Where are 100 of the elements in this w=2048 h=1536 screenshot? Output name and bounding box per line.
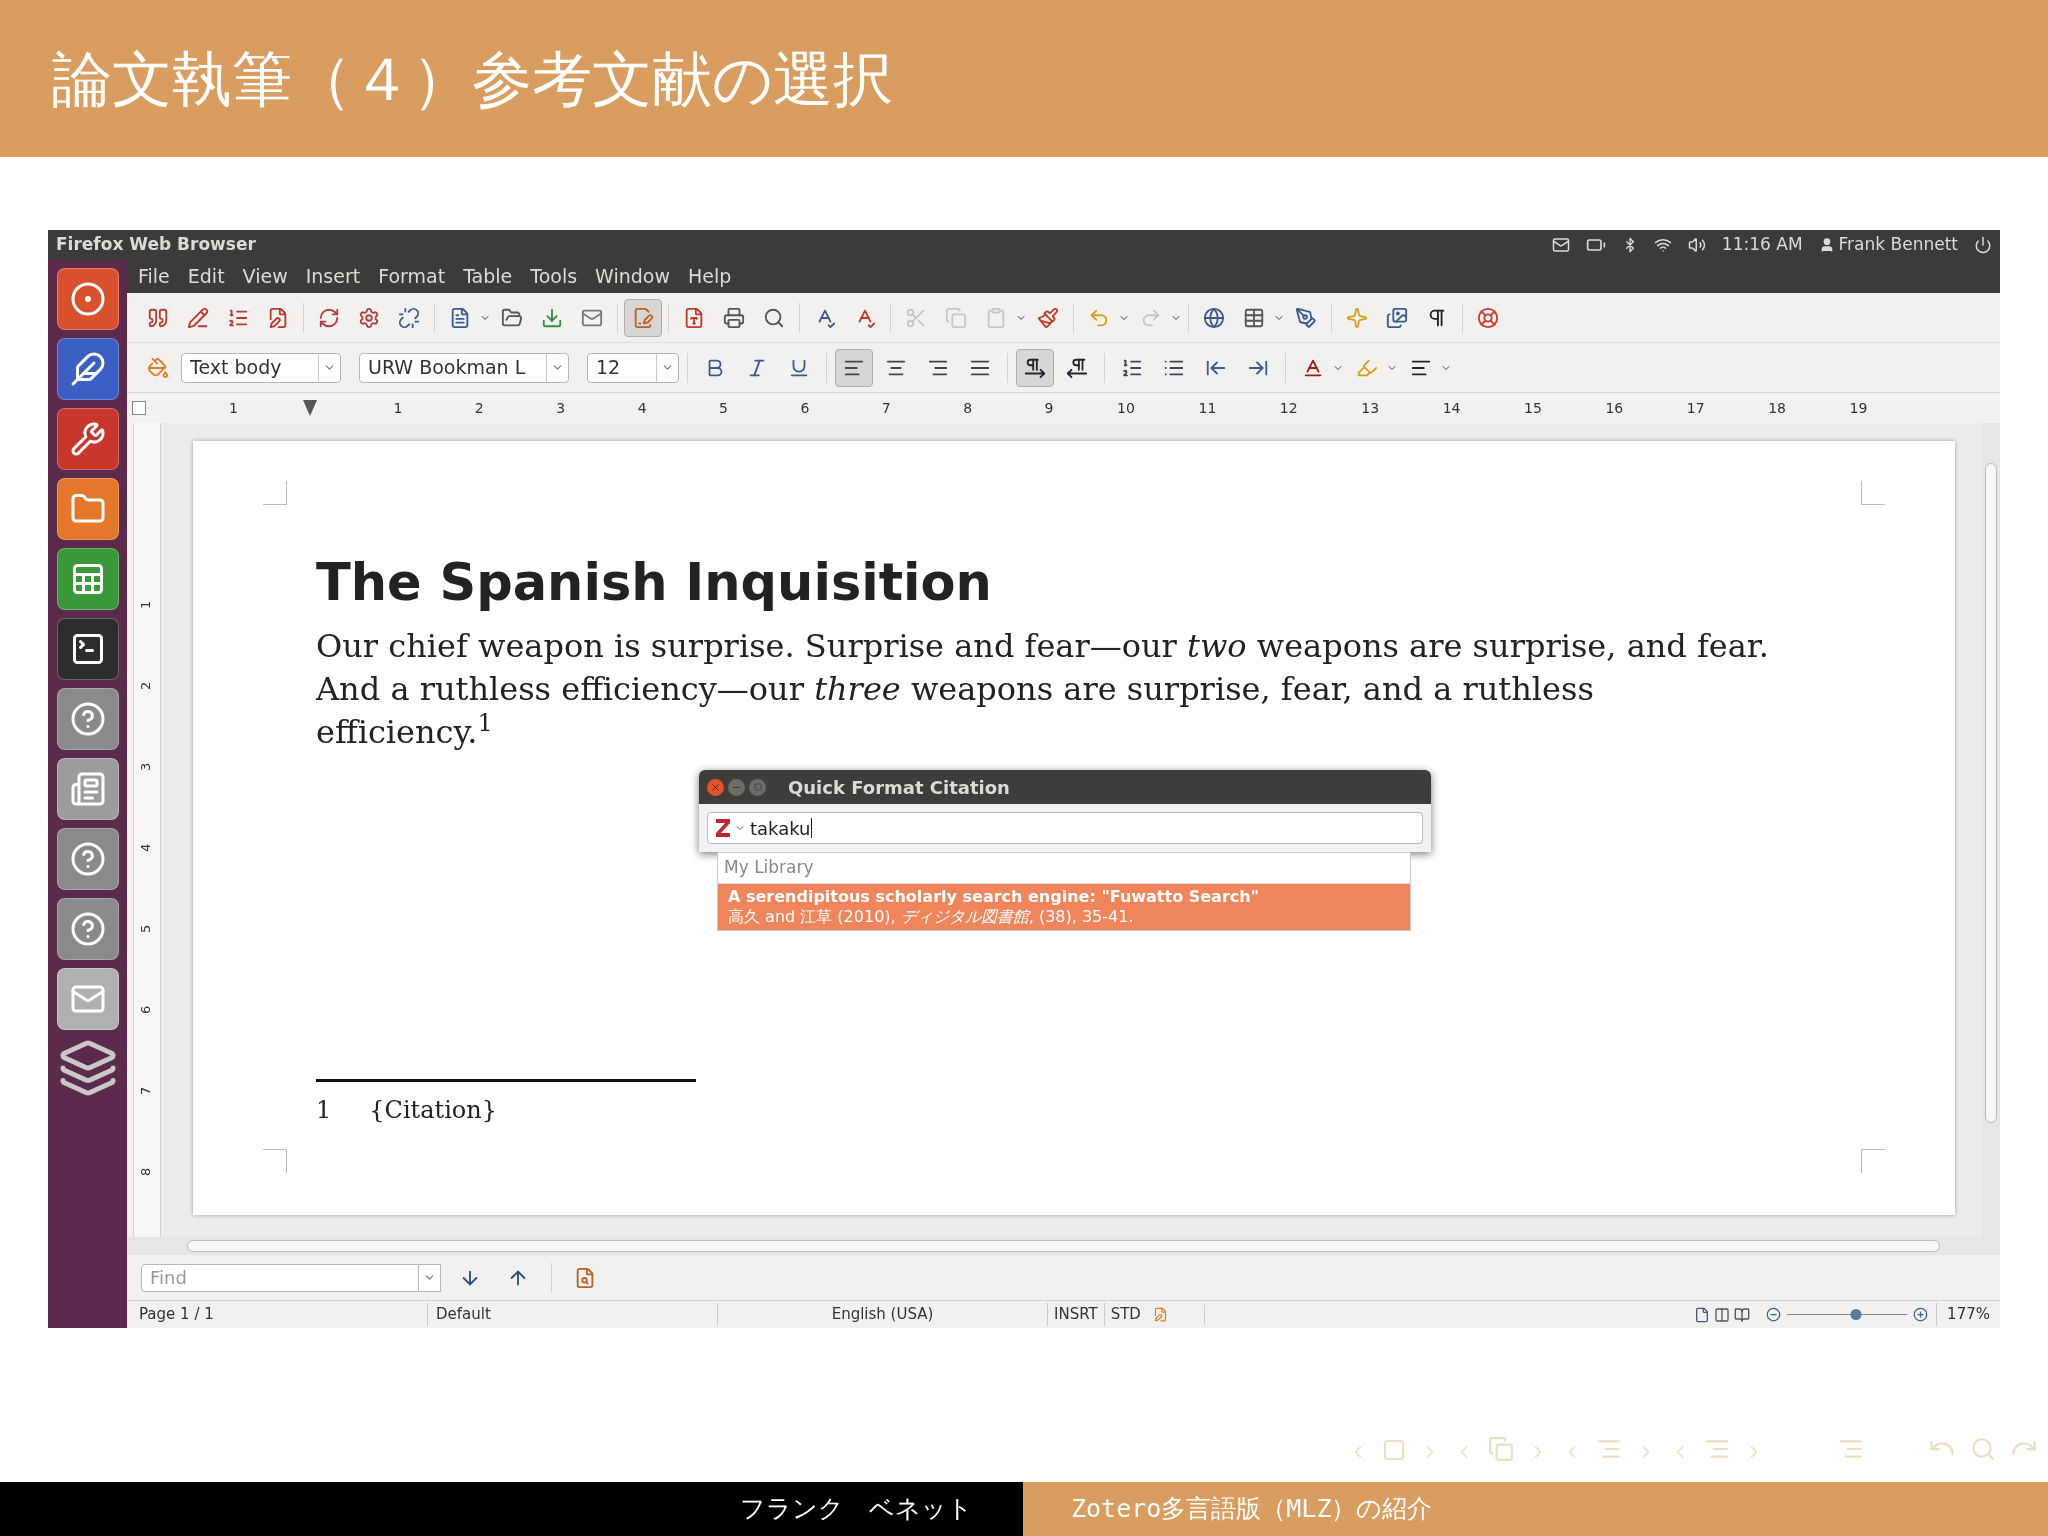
ruler-number: 14 — [1442, 398, 1461, 418]
ruler-number: 19 — [1849, 398, 1868, 418]
question-mark-icon — [69, 911, 106, 947]
wifi-icon[interactable] — [1653, 236, 1672, 254]
book-view-icon[interactable] — [1734, 1306, 1751, 1323]
citation-search-field[interactable]: takaku — [707, 812, 1423, 844]
unknown-app-button[interactable] — [56, 828, 119, 890]
unknown-app-button[interactable] — [56, 898, 119, 960]
ruler-number: 7 — [137, 1086, 155, 1095]
scrollbar-thumb[interactable] — [187, 1240, 1940, 1252]
search-query: takaku — [750, 816, 811, 841]
ruler-number: 2 — [474, 398, 484, 418]
ruler-number: 3 — [556, 398, 566, 418]
zoom-in-icon[interactable] — [1913, 1307, 1929, 1322]
talk-title: Zotero多言語版（MLZ）の紹介 — [1071, 1493, 1433, 1526]
result-detail: 高久 and 江草 (2010), ディジタル図書館, (38), 35-41. — [728, 906, 1135, 927]
page-style: Default — [427, 1303, 717, 1326]
ruler-number: 3 — [137, 762, 155, 771]
paragraph-style-combo[interactable]: Text body — [181, 352, 341, 383]
language-indicator: English (USA) — [717, 1303, 1047, 1326]
terminal-button[interactable] — [56, 618, 119, 680]
document-modified-icon — [1152, 1307, 1168, 1322]
menu-item[interactable]: File — [138, 262, 170, 291]
ruler-number: 15 — [1524, 398, 1542, 418]
edit-file-icon[interactable] — [624, 298, 662, 337]
group-label: My Library — [718, 853, 1410, 884]
spreadsheet-button[interactable] — [56, 548, 119, 610]
wrench-icon — [69, 421, 106, 457]
font-name-combo[interactable]: URW Bookman L — [359, 352, 569, 383]
ruler-number: 1 — [229, 398, 238, 418]
page-indicator: Page 1 / 1 — [138, 1304, 215, 1326]
newspaper-icon — [69, 771, 106, 807]
document-paragraph: Our chief weapon is surprise. Surprise and fear—our two weapons are surprise, and fear. And a ruthless efficiency—our three weapons are surprise, fear, and a ruthless efficiency.$^{1}$ — [316, 626, 1770, 753]
ruler-number: 1 — [137, 600, 155, 609]
menu-item[interactable]: Help — [688, 262, 732, 291]
ruler-number: 10 — [1117, 398, 1135, 418]
volume-icon[interactable] — [1687, 236, 1706, 254]
menu-item[interactable]: Tools — [530, 262, 578, 291]
ruler-number: 11 — [1198, 398, 1217, 418]
tab-stop-selector[interactable] — [132, 401, 146, 415]
footnote-text: {Citation} — [369, 1095, 498, 1126]
ruler-number: 5 — [719, 398, 728, 418]
z-logo-icon[interactable] — [716, 819, 730, 837]
ruler-number: 4 — [637, 398, 647, 418]
menu-item[interactable]: Window — [595, 262, 671, 291]
ruler-number: 7 — [881, 398, 891, 418]
ruler-number: 8 — [137, 1167, 155, 1176]
menu-item[interactable]: Edit — [187, 262, 225, 291]
ruler-number: 2 — [137, 681, 155, 690]
zoom-out-icon[interactable] — [1766, 1307, 1782, 1322]
ruler-number: 4 — [137, 843, 155, 852]
close-button[interactable] — [707, 778, 724, 796]
zoom-slider[interactable] — [1787, 1307, 1908, 1322]
ruler-number: 16 — [1605, 398, 1624, 418]
corner-mark — [1861, 481, 1885, 505]
slide-title: 論文執筆（４）参考文献の選択 — [52, 42, 893, 116]
menu-item[interactable]: Insert — [305, 262, 361, 291]
zoom-percentage: 177% — [1936, 1303, 2000, 1326]
single-page-icon[interactable] — [1694, 1306, 1711, 1323]
settings-button[interactable] — [56, 408, 119, 470]
insert-mode[interactable]: INSRT — [1047, 1303, 1104, 1326]
ruler-number: 8 — [963, 398, 973, 418]
two-page-icon[interactable] — [1714, 1306, 1731, 1323]
logo-icon — [69, 281, 106, 317]
text-editor-button[interactable] — [56, 338, 119, 400]
ubuntu-button[interactable] — [56, 268, 119, 330]
vertical-scrollbar[interactable] — [1982, 423, 2000, 1237]
horizontal-scrollbar[interactable] — [127, 1237, 2000, 1255]
scrollbar-thumb[interactable] — [1985, 463, 1997, 1123]
unknown-app-button[interactable] — [56, 688, 119, 750]
dialog-title: Quick Format Citation — [788, 775, 1010, 800]
font-size-combo[interactable]: 12 — [587, 352, 679, 383]
selection-mode[interactable]: STD — [1103, 1303, 1147, 1326]
result-title: A serendipitous scholarly search engine: "Fuwatto Search" — [728, 886, 1260, 907]
menu-item[interactable]: Format — [378, 262, 446, 291]
document-heading: The Spanish Inquisition — [316, 552, 993, 614]
power-icon[interactable] — [1974, 236, 1992, 254]
ruler-number: 17 — [1686, 398, 1705, 418]
mail-icon[interactable] — [1551, 236, 1570, 254]
corner-mark — [263, 1149, 287, 1173]
active-app-title: Firefox Web Browser — [56, 233, 257, 257]
news-button[interactable] — [56, 758, 119, 820]
clock[interactable]: 11:16 AM — [1721, 232, 1803, 258]
menu-item[interactable]: Table — [463, 262, 513, 291]
user-name[interactable]: Frank Bennett — [1838, 232, 1958, 258]
question-mark-icon — [69, 701, 106, 737]
find-field[interactable]: Find — [141, 1263, 419, 1292]
align-left-icon[interactable] — [835, 348, 873, 387]
files-button[interactable] — [56, 478, 119, 540]
zoom-slider-thumb[interactable] — [1850, 1309, 1861, 1320]
ruler-number: 9 — [1044, 398, 1054, 418]
ruler-number: 6 — [800, 398, 810, 418]
maximize-icon — [753, 783, 762, 791]
mail-button[interactable] — [56, 968, 119, 1030]
ruler-number: 13 — [1361, 398, 1380, 418]
left-to-right-icon[interactable] — [1016, 348, 1054, 387]
question-mark-icon — [69, 841, 106, 877]
ruler-number: 18 — [1768, 398, 1787, 418]
author-name: フランク ベネット — [740, 1493, 973, 1526]
menu-item[interactable]: View — [242, 262, 288, 291]
